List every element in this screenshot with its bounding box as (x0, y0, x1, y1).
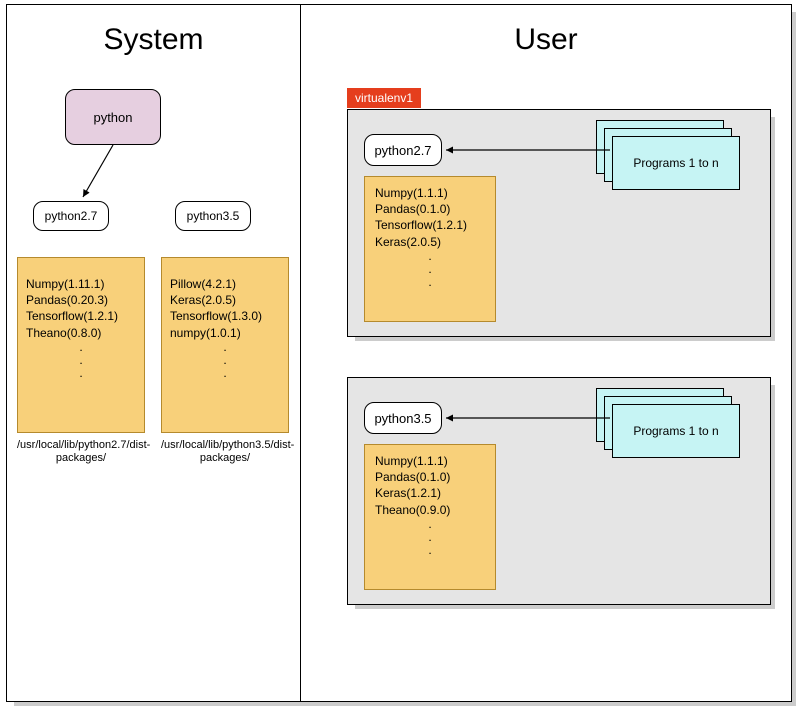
venv2-python-label: python3.5 (374, 411, 431, 426)
system-python35-box: python3.5 (175, 201, 251, 231)
venv1-pkg-l2: Pandas(0.1.0) (375, 201, 485, 217)
venv1-pkg-dots: . . . (375, 250, 485, 290)
venv1-python-box: python2.7 (364, 134, 442, 166)
venv2-program-card-front: Programs 1 to n (612, 404, 740, 458)
virtualenv1-box: virtualenv1 python2.7 Numpy(1.1.1) Panda… (347, 109, 771, 337)
virtualenv2-box: python3.5 Numpy(1.1.1) Pandas(0.1.0) Ker… (347, 377, 771, 605)
venv1-program-card-front: Programs 1 to n (612, 136, 740, 190)
venv1-pkg-l4: Keras(2.0.5) (375, 234, 485, 250)
system-cap35: /usr/local/lib/python3.5/dist-packages/ (161, 439, 289, 464)
venv2-pkg-l4: Theano(0.9.0) (375, 502, 485, 518)
pkg27-line4: Theano(0.8.0) (26, 325, 136, 341)
pkg27-line2: Pandas(0.20.3) (26, 292, 136, 308)
system-python27-box: python2.7 (33, 201, 109, 231)
pkg35-line3: Tensorflow(1.3.0) (170, 308, 280, 324)
python-root-label: python (93, 110, 132, 125)
user-column: User virtualenv1 python2.7 Numpy(1.1.1) … (301, 5, 791, 701)
system-python35-label: python3.5 (187, 209, 240, 223)
user-title: User (301, 23, 791, 57)
system-pkg27-box: Numpy(1.11.1) Pandas(0.20.3) Tensorflow(… (17, 257, 145, 433)
system-python27-label: python2.7 (45, 209, 98, 223)
venv1-pkg-box: Numpy(1.1.1) Pandas(0.1.0) Tensorflow(1.… (364, 176, 496, 322)
arrow-venv1-programs-to-python (442, 144, 614, 164)
venv1-programs-label: Programs 1 to n (633, 156, 718, 170)
venv2-pkg-l2: Pandas(0.1.0) (375, 469, 485, 485)
venv2-pkg-l3: Keras(1.2.1) (375, 485, 485, 501)
pkg27-dots: . . . (26, 341, 136, 381)
pkg27-line1: Numpy(1.11.1) (26, 276, 136, 292)
virtualenv1-tag: virtualenv1 (347, 88, 421, 108)
python-root-box: python (65, 89, 161, 145)
pkg35-dots: . . . (170, 341, 280, 381)
venv2-programs-label: Programs 1 to n (633, 424, 718, 438)
pkg35-line4: numpy(1.0.1) (170, 325, 280, 341)
pkg35-line1: Pillow(4.2.1) (170, 276, 280, 292)
venv1-pkg-l3: Tensorflow(1.2.1) (375, 217, 485, 233)
venv1-pkg-l1: Numpy(1.1.1) (375, 185, 485, 201)
system-title: System (7, 23, 300, 57)
venv1-python-label: python2.7 (374, 143, 431, 158)
venv2-python-box: python3.5 (364, 402, 442, 434)
system-column: System python python2.7 python3.5 Numpy(… (7, 5, 301, 701)
venv2-pkg-l1: Numpy(1.1.1) (375, 453, 485, 469)
venv2-pkg-dots: . . . (375, 518, 485, 558)
venv2-pkg-box: Numpy(1.1.1) Pandas(0.1.0) Keras(1.2.1) … (364, 444, 496, 590)
diagram-frame: System python python2.7 python3.5 Numpy(… (6, 4, 792, 702)
arrow-venv2-programs-to-python (442, 412, 614, 432)
system-pkg35-box: Pillow(4.2.1) Keras(2.0.5) Tensorflow(1.… (161, 257, 289, 433)
arrow-root-to-py27 (77, 145, 137, 205)
pkg35-line2: Keras(2.0.5) (170, 292, 280, 308)
pkg27-line3: Tensorflow(1.2.1) (26, 308, 136, 324)
system-cap27: /usr/local/lib/python2.7/dist-packages/ (17, 439, 145, 464)
